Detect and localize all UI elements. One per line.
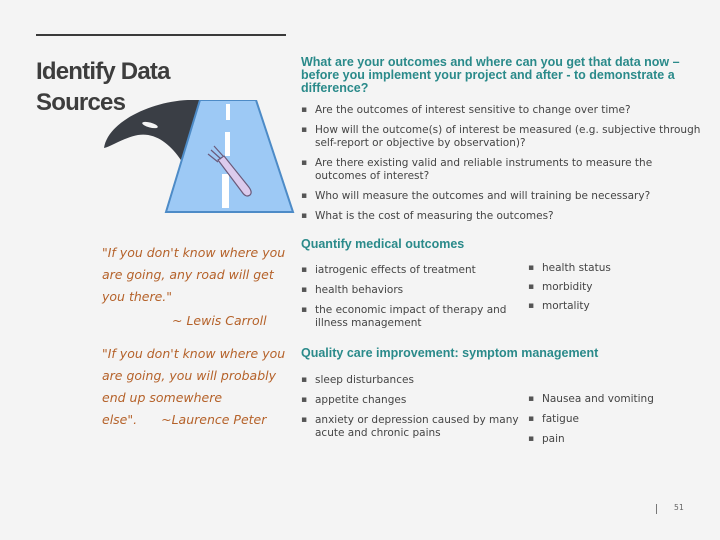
list-item: morbidity	[528, 281, 688, 294]
quote-peter: "If you don't know where you are going, …	[102, 343, 292, 431]
list-item: Who will measure the outcomes and will t…	[301, 190, 701, 203]
list-item: mortality	[528, 300, 688, 313]
list-item: Are there existing valid and reliable in…	[301, 157, 701, 183]
list-item: What is the cost of measuring the outcom…	[301, 210, 701, 223]
quote-attribution: ~ Lewis Carroll	[172, 313, 267, 328]
symptom-right-list: Nausea and vomiting fatigue pain	[528, 393, 688, 453]
list-item: appetite changes	[301, 394, 521, 407]
list-item: fatigue	[528, 413, 688, 426]
title-rule	[36, 34, 286, 36]
list-item: iatrogenic effects of treatment	[301, 264, 521, 277]
list-item: health behaviors	[301, 284, 521, 297]
list-item: pain	[528, 433, 688, 446]
footer-divider	[656, 504, 657, 514]
list-item: Are the outcomes of interest sensitive t…	[301, 104, 701, 117]
section-heading-quality-care: Quality care improvement: symptom manage…	[301, 346, 599, 360]
outcomes-questions-list: Are the outcomes of interest sensitive t…	[301, 104, 701, 230]
quote-attribution: ~Laurence Peter	[161, 412, 267, 427]
list-item: health status	[528, 262, 688, 275]
section-heading-outcomes: What are your outcomes and where can you…	[301, 55, 680, 95]
list-item: Nausea and vomiting	[528, 393, 688, 406]
page-number: 51	[674, 503, 684, 512]
section-heading-medical-outcomes: Quantify medical outcomes	[301, 237, 465, 251]
list-item: How will the outcome(s) of interest be m…	[301, 124, 701, 150]
list-item: anxiety or depression caused by many acu…	[301, 414, 521, 440]
quote-text: "If you don't know where you are going, …	[102, 245, 286, 304]
road-with-fork-icon	[104, 100, 295, 213]
quote-carroll: "If you don't know where you are going, …	[102, 242, 292, 332]
symptom-left-list: sleep disturbances appetite changes anxi…	[301, 374, 521, 447]
medical-outcomes-left-list: iatrogenic effects of treatment health b…	[301, 264, 521, 337]
list-item: the economic impact of therapy and illne…	[301, 304, 521, 330]
medical-outcomes-right-list: health status morbidity mortality	[528, 262, 688, 319]
list-item: sleep disturbances	[301, 374, 521, 387]
